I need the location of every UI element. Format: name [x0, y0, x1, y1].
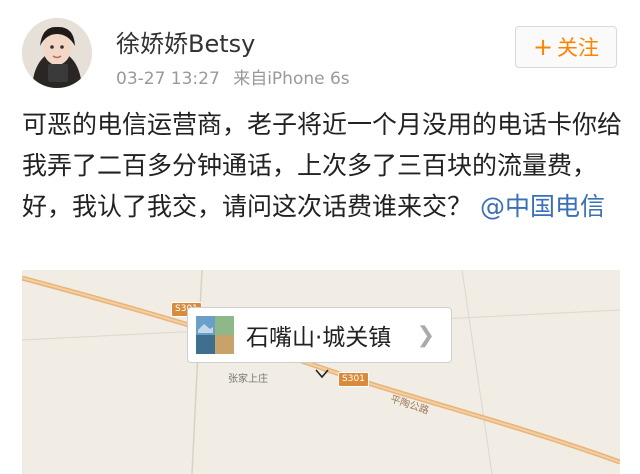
avatar-image [22, 18, 92, 88]
chevron-right-icon: ❯ [416, 322, 435, 348]
post-meta: 03-27 13:27 来自iPhone 6s [116, 64, 350, 89]
author-name[interactable]: 徐娇娇Betsy [116, 24, 255, 59]
plus-icon: + [532, 33, 554, 61]
location-map[interactable]: S301 S301 张家上庄 平陶公路 [22, 270, 620, 474]
place-name: 石嘴山·城关镇 [246, 325, 392, 351]
place-thumbnail [196, 316, 234, 354]
map-roads [22, 270, 620, 474]
place-card[interactable]: 石嘴山·城关镇 ❯ [187, 307, 452, 363]
post-text: 可恶的电信运营商，老子将近一个月没用的电话卡你给我弄了二百多分钟通话，上次多了三… [22, 104, 622, 227]
follow-button[interactable]: + 关注 [515, 26, 617, 68]
post-time: 03-27 13:27 [116, 69, 220, 89]
village-label: 张家上庄 [228, 374, 268, 385]
road-badge: S301 [338, 372, 369, 387]
follow-label: 关注 [557, 36, 600, 60]
avatar[interactable] [22, 18, 92, 88]
mention-link[interactable]: @中国电信 [480, 192, 605, 221]
post-source: 来自iPhone 6s [233, 69, 350, 89]
